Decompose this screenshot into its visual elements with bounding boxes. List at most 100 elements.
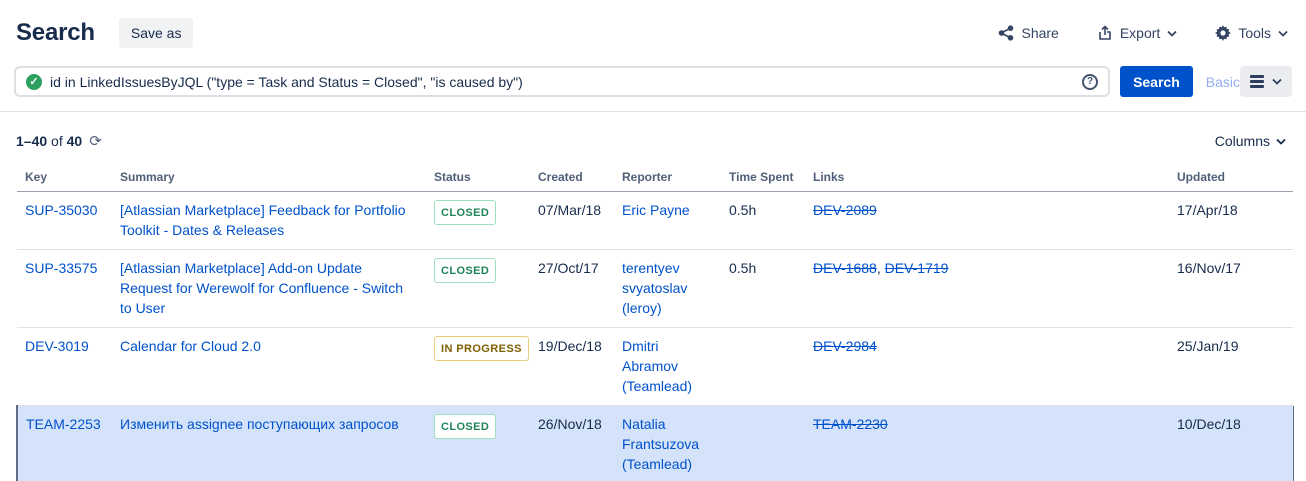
updated-cell: 10/Dec/18 bbox=[1169, 406, 1293, 481]
tools-button[interactable]: Tools bbox=[1215, 25, 1288, 41]
export-label: Export bbox=[1120, 25, 1160, 41]
table-row[interactable]: SUP-33575 [Atlassian Marketplace] Add-on … bbox=[17, 250, 1293, 328]
summary-cell: [Atlassian Marketplace] Add-on Update Re… bbox=[112, 250, 426, 328]
jql-query-input[interactable] bbox=[50, 74, 1082, 90]
updated-date: 16/Nov/17 bbox=[1177, 260, 1241, 276]
linked-issue-link[interactable]: TEAM-2230 bbox=[813, 416, 888, 432]
status-cell: CLOSED bbox=[426, 250, 530, 328]
reporter-cell: Eric Payne bbox=[614, 192, 721, 250]
status-badge: CLOSED bbox=[434, 200, 496, 225]
time-spent-cell bbox=[721, 406, 805, 481]
key-cell: TEAM-2253 bbox=[17, 406, 112, 481]
key-cell: DEV-3019 bbox=[17, 328, 112, 406]
issue-table: KeySummaryStatusCreatedReporterTime Spen… bbox=[16, 164, 1294, 481]
column-header-links[interactable]: Links bbox=[805, 164, 1169, 192]
created-date: 26/Nov/18 bbox=[538, 416, 602, 432]
jql-query-box[interactable]: ✓ ? bbox=[14, 66, 1110, 97]
hamburger-icon bbox=[1250, 75, 1264, 88]
column-header-created[interactable]: Created bbox=[530, 164, 614, 192]
linked-issue-link[interactable]: DEV-1719 bbox=[885, 260, 949, 276]
results-bar: 1–40 of 40 ⟳ Columns bbox=[0, 112, 1306, 164]
time-spent-cell bbox=[721, 328, 805, 406]
issue-key-link[interactable]: SUP-33575 bbox=[25, 260, 97, 276]
created-cell: 19/Dec/18 bbox=[530, 328, 614, 406]
page-header: Search Save as Share Export Tools bbox=[0, 0, 1306, 58]
updated-date: 10/Dec/18 bbox=[1177, 416, 1241, 432]
reporter-link[interactable]: Dmitri Abramov (Teamlead) bbox=[622, 338, 692, 394]
updated-date: 17/Apr/18 bbox=[1177, 202, 1238, 218]
link-separator: , bbox=[877, 260, 885, 276]
question-circle-icon[interactable]: ? bbox=[1082, 74, 1098, 90]
summary-link[interactable]: Calendar for Cloud 2.0 bbox=[120, 338, 261, 354]
chevron-down-icon bbox=[1276, 138, 1286, 145]
header-actions: Share Export Tools bbox=[998, 25, 1290, 41]
chevron-down-icon bbox=[1167, 30, 1177, 37]
search-toolbar: ✓ ? Search Basic bbox=[0, 58, 1306, 111]
reporter-link[interactable]: Eric Payne bbox=[622, 202, 690, 218]
results-count: 1–40 of 40 bbox=[16, 133, 82, 149]
status-badge: IN PROGRESS bbox=[434, 336, 529, 361]
table-row[interactable]: DEV-3019 Calendar for Cloud 2.0 IN PROGRES… bbox=[17, 328, 1293, 406]
updated-cell: 17/Apr/18 bbox=[1169, 192, 1293, 250]
summary-link[interactable]: [Atlassian Marketplace] Feedback for Por… bbox=[120, 202, 406, 238]
results-total: 40 bbox=[67, 133, 83, 149]
columns-dropdown[interactable]: Columns bbox=[1215, 133, 1290, 149]
linked-issue-link[interactable]: DEV-2089 bbox=[813, 202, 877, 218]
export-icon bbox=[1097, 25, 1113, 41]
chevron-down-icon bbox=[1272, 78, 1282, 85]
time-spent-cell: 0.5h bbox=[721, 192, 805, 250]
column-header-updated[interactable]: Updated bbox=[1169, 164, 1293, 192]
column-header-status[interactable]: Status bbox=[426, 164, 530, 192]
refresh-icon[interactable]: ⟳ bbox=[89, 132, 102, 150]
links-cell: TEAM-2230 bbox=[805, 406, 1169, 481]
key-cell: SUP-33575 bbox=[17, 250, 112, 328]
share-icon bbox=[998, 25, 1014, 41]
reporter-cell: terentyev svyatoslav (leroy) bbox=[614, 250, 721, 328]
summary-link[interactable]: [Atlassian Marketplace] Add-on Update Re… bbox=[120, 260, 403, 316]
share-button[interactable]: Share bbox=[998, 25, 1058, 41]
export-button[interactable]: Export bbox=[1097, 25, 1177, 41]
column-header-time-spent[interactable]: Time Spent bbox=[721, 164, 805, 192]
time-spent-value: 0.5h bbox=[729, 202, 756, 218]
search-button[interactable]: Search bbox=[1120, 66, 1193, 97]
basic-mode-link[interactable]: Basic bbox=[1206, 74, 1240, 90]
table-row[interactable]: SUP-35030 [Atlassian Marketplace] Feedbac… bbox=[17, 192, 1293, 250]
summary-link[interactable]: Изменить assignee поступающих запросов bbox=[120, 416, 399, 432]
reporter-cell: Natalia Frantsuzova (Teamlead) bbox=[614, 406, 721, 481]
reporter-cell: Dmitri Abramov (Teamlead) bbox=[614, 328, 721, 406]
chevron-down-icon bbox=[1278, 30, 1288, 37]
table-row[interactable]: TEAM-2253 Изменить assignee поступающих з… bbox=[17, 406, 1293, 481]
column-header-reporter[interactable]: Reporter bbox=[614, 164, 721, 192]
created-date: 19/Dec/18 bbox=[538, 338, 602, 354]
reporter-link[interactable]: Natalia Frantsuzova (Teamlead) bbox=[622, 416, 699, 472]
summary-cell: [Atlassian Marketplace] Feedback for Por… bbox=[112, 192, 426, 250]
results-of-label: of bbox=[47, 133, 66, 149]
column-header-summary[interactable]: Summary bbox=[112, 164, 426, 192]
updated-cell: 16/Nov/17 bbox=[1169, 250, 1293, 328]
linked-issue-link[interactable]: DEV-1688 bbox=[813, 260, 877, 276]
status-badge: CLOSED bbox=[434, 414, 496, 439]
share-label: Share bbox=[1021, 25, 1058, 41]
created-cell: 07/Mar/18 bbox=[530, 192, 614, 250]
columns-label: Columns bbox=[1215, 133, 1270, 149]
reporter-link[interactable]: terentyev svyatoslav (leroy) bbox=[622, 260, 687, 316]
view-switcher-button[interactable] bbox=[1240, 66, 1292, 97]
status-cell: IN PROGRESS bbox=[426, 328, 530, 406]
updated-date: 25/Jan/19 bbox=[1177, 338, 1239, 354]
page-title: Search bbox=[16, 19, 95, 47]
save-as-button[interactable]: Save as bbox=[119, 18, 194, 48]
issue-key-link[interactable]: TEAM-2253 bbox=[26, 416, 101, 432]
summary-cell: Изменить assignee поступающих запросов bbox=[112, 406, 426, 481]
updated-cell: 25/Jan/19 bbox=[1169, 328, 1293, 406]
check-circle-icon: ✓ bbox=[26, 74, 42, 90]
status-cell: CLOSED bbox=[426, 406, 530, 481]
gear-icon bbox=[1215, 25, 1231, 41]
linked-issue-link[interactable]: DEV-2984 bbox=[813, 338, 877, 354]
issue-key-link[interactable]: DEV-3019 bbox=[25, 338, 89, 354]
issue-key-link[interactable]: SUP-35030 bbox=[25, 202, 97, 218]
created-cell: 26/Nov/18 bbox=[530, 406, 614, 481]
column-header-key[interactable]: Key bbox=[17, 164, 112, 192]
key-cell: SUP-35030 bbox=[17, 192, 112, 250]
links-cell: DEV-2984 bbox=[805, 328, 1169, 406]
links-cell: DEV-1688, DEV-1719 bbox=[805, 250, 1169, 328]
